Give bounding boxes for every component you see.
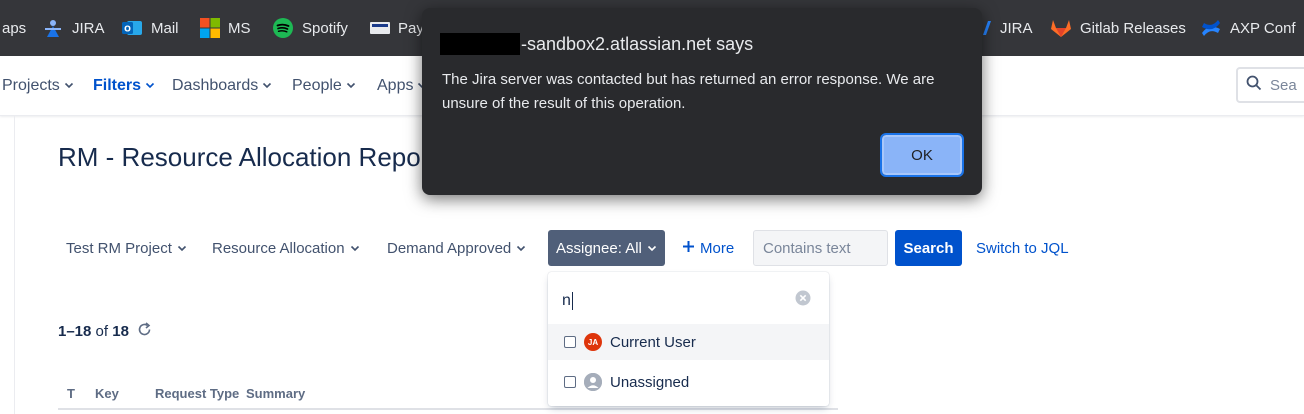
redacted-text-box (440, 33, 520, 55)
clear-icon[interactable] (795, 290, 811, 306)
refresh-icon[interactable] (137, 322, 152, 341)
alert-dialog: -sandbox2.atlassian.net says The Jira se… (422, 8, 982, 195)
jira-icon (982, 20, 992, 36)
microsoft-icon (200, 18, 220, 38)
unassigned-avatar-icon (584, 373, 602, 391)
results-count: 1–18 of 18 (58, 322, 152, 341)
filter-status-button[interactable]: Demand Approved (387, 230, 526, 266)
column-header-key[interactable]: Key (95, 386, 119, 401)
filter-type-button[interactable]: Resource Allocation (212, 230, 360, 266)
bookmark-spotify[interactable]: Spotify (272, 0, 348, 56)
sidebar-divider (14, 116, 15, 414)
text-caret (571, 292, 573, 310)
chevron-down-icon (647, 240, 657, 257)
bookmark-gitlab[interactable]: Gitlab Releases (1050, 0, 1186, 56)
pay-icon (370, 21, 390, 35)
ok-button[interactable]: OK (880, 133, 964, 177)
filter-project-button[interactable]: Test RM Project (66, 230, 187, 266)
bookmark-ms[interactable]: MS (200, 0, 251, 56)
chevron-down-icon (177, 240, 187, 257)
assignee-option-current-user[interactable]: JA Current User (548, 324, 829, 360)
nav-projects[interactable]: Projects (2, 56, 74, 116)
nav-dashboards[interactable]: Dashboards (172, 56, 272, 116)
checkbox[interactable] (564, 376, 576, 388)
results-range: 1–18 (58, 323, 92, 340)
chevron-down-icon (262, 77, 272, 95)
bookmark-jira[interactable]: JIRA (42, 0, 105, 56)
gitlab-icon (1050, 18, 1072, 38)
contains-text-input[interactable]: Contains text (753, 230, 888, 266)
assignee-search-input[interactable]: n (562, 286, 812, 316)
chevron-down-icon (64, 77, 74, 95)
column-header-type[interactable]: T (67, 386, 75, 401)
chevron-down-icon (145, 77, 155, 95)
bookmark-mail[interactable]: O Mail (121, 0, 179, 56)
avatar: JA (584, 333, 602, 351)
search-button[interactable]: Search (895, 230, 962, 266)
chevron-down-icon (346, 77, 356, 95)
results-total: 18 (112, 323, 129, 340)
results-of: of (95, 323, 109, 340)
table-header-divider (58, 408, 838, 410)
bookmark-jira-2[interactable]: JIRA (982, 0, 1033, 56)
dialog-message: The Jira server was contacted but has re… (442, 71, 935, 112)
svg-text:O: O (124, 25, 131, 34)
more-filters-button[interactable]: More (682, 230, 734, 266)
column-header-summary[interactable]: Summary (246, 386, 305, 401)
dialog-title: -sandbox2.atlassian.net says (440, 33, 753, 55)
global-search-input[interactable]: Sea (1236, 67, 1304, 103)
bookmark-apps[interactable]: aps (2, 0, 26, 56)
confluence-icon (1200, 18, 1222, 38)
plus-icon (682, 240, 695, 257)
checkbox[interactable] (564, 336, 576, 348)
nav-filters[interactable]: Filters (93, 56, 155, 116)
spotify-icon (272, 17, 294, 39)
bookmark-pay[interactable]: Pay (370, 0, 424, 56)
bookmark-axp-conf[interactable]: AXP Conf (1200, 0, 1296, 56)
search-icon (1246, 75, 1262, 95)
nav-people[interactable]: People (292, 56, 356, 116)
assignee-dropdown: n JA Current User Unassigned (548, 272, 829, 406)
column-header-request-type[interactable]: Request Type (155, 386, 239, 401)
nav-apps[interactable]: Apps (377, 56, 427, 116)
chevron-down-icon (350, 240, 360, 257)
switch-to-jql-link[interactable]: Switch to JQL (976, 230, 1069, 266)
jira-icon (42, 17, 64, 39)
filter-assignee-button[interactable]: Assignee: All (548, 230, 665, 266)
chevron-down-icon (516, 240, 526, 257)
page-title: RM - Resource Allocation Repo (58, 142, 421, 172)
outlook-icon: O (121, 18, 143, 38)
assignee-option-unassigned[interactable]: Unassigned (548, 364, 829, 400)
